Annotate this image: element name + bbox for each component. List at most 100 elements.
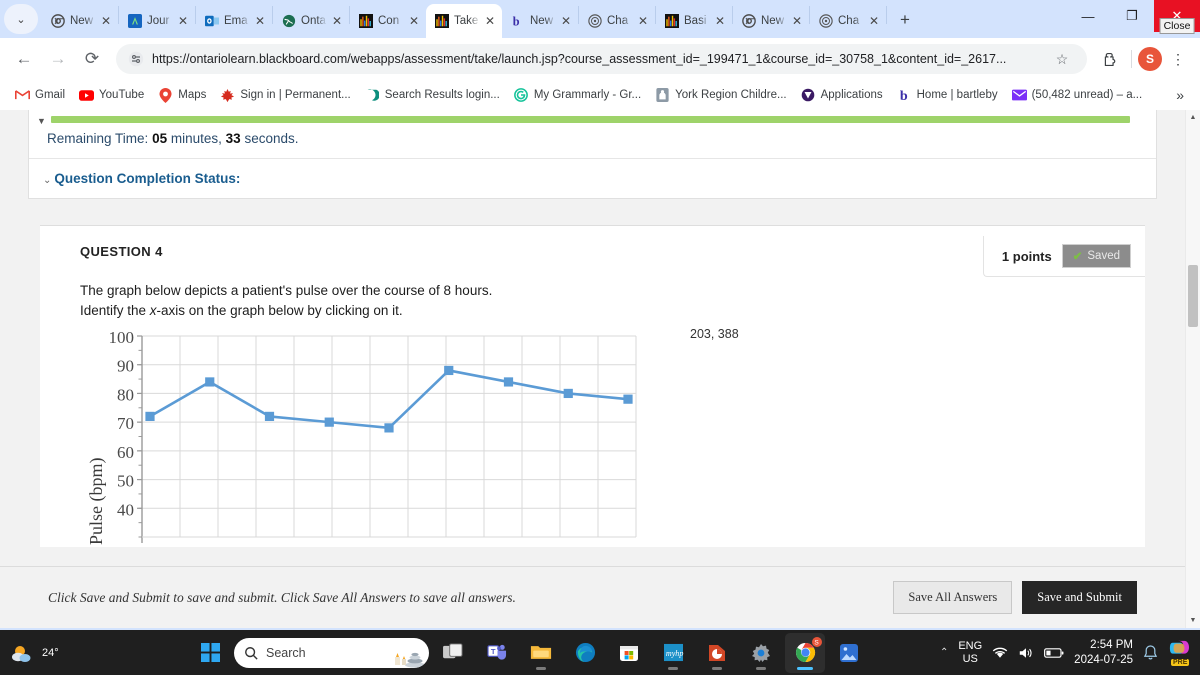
question-completion-status[interactable]: ⌄ Question Completion Status: bbox=[29, 158, 1156, 198]
forward-button[interactable]: → bbox=[42, 43, 74, 75]
bookmark-applications[interactable]: Applications bbox=[794, 85, 890, 106]
browser-tab-1[interactable]: Jour ✕ bbox=[119, 4, 195, 38]
browser-tab-10[interactable]: Cha ✕ bbox=[810, 4, 886, 38]
bookmark-search-results-login[interactable]: Search Results login... bbox=[358, 85, 507, 106]
browser-tab-0[interactable]: New ✕ bbox=[42, 4, 118, 38]
tab-search-chevron-icon[interactable]: ⌄ bbox=[4, 4, 38, 34]
extensions-icon[interactable] bbox=[1095, 44, 1125, 74]
profile-avatar[interactable]: S bbox=[1138, 47, 1162, 71]
gmail-icon bbox=[15, 88, 30, 103]
microsoft-edge-icon bbox=[575, 642, 595, 663]
copilot-icon bbox=[1169, 640, 1189, 654]
close-icon[interactable]: ✕ bbox=[561, 15, 571, 27]
taskbar-clock[interactable]: 2:54 PM 2024-07-25 bbox=[1074, 638, 1133, 668]
taskbar-app-myhp[interactable]: myhp bbox=[653, 633, 693, 673]
bookmark-york-region-children[interactable]: York Region Childre... bbox=[648, 85, 793, 106]
scroll-up-arrow-icon[interactable]: ▲ bbox=[1186, 110, 1200, 125]
bookmarks-overflow-button[interactable]: » bbox=[1168, 85, 1192, 105]
start-button[interactable] bbox=[190, 633, 230, 673]
browser-tab-8[interactable]: Basi ✕ bbox=[656, 4, 732, 38]
bookmark-sign-in-permanent[interactable]: Sign in | Permanent... bbox=[213, 85, 357, 106]
pulse-line-chart[interactable]: 100 90 80 70 60 50 40 Pulse (bpm) bbox=[80, 332, 640, 547]
language-indicator[interactable]: ENG US bbox=[958, 640, 982, 665]
browser-tab-7[interactable]: Cha ✕ bbox=[579, 4, 655, 38]
bars-icon bbox=[435, 14, 449, 28]
close-icon[interactable]: ✕ bbox=[869, 15, 879, 27]
arrow-left-icon: ← bbox=[15, 49, 33, 68]
browser-tab-2[interactable]: Ema ✕ bbox=[196, 4, 272, 38]
footer-instructions: Click Save and Submit to save and submit… bbox=[48, 589, 516, 605]
tab-title: Take bbox=[454, 15, 479, 27]
taskbar-app-microsoft-store[interactable] bbox=[609, 633, 649, 673]
close-icon[interactable]: ✕ bbox=[409, 15, 419, 27]
save-all-answers-button[interactable]: Save All Answers bbox=[893, 581, 1013, 614]
taskbar-search-box[interactable]: Search bbox=[234, 637, 429, 668]
save-and-submit-button[interactable]: Save and Submit bbox=[1022, 581, 1137, 614]
browser-tab-5-active[interactable]: Take ✕ bbox=[426, 4, 502, 38]
site-settings-icon[interactable] bbox=[128, 51, 144, 67]
minimize-button[interactable]: — bbox=[1066, 0, 1110, 32]
restore-button[interactable]: ❐ bbox=[1110, 0, 1154, 32]
taskbar-app-file-explorer[interactable] bbox=[521, 633, 561, 673]
taskbar-app-task-view[interactable] bbox=[433, 633, 473, 673]
close-icon[interactable]: ✕ bbox=[332, 15, 342, 27]
brave-icon bbox=[801, 88, 816, 103]
taskbar-weather-widget[interactable]: 24° bbox=[0, 642, 190, 664]
close-icon[interactable]: ✕ bbox=[638, 15, 648, 27]
taskbar-app-google-chrome[interactable]: S bbox=[785, 632, 825, 673]
bookmark-label: York Region Childre... bbox=[675, 89, 787, 101]
tray-overflow-icon[interactable]: ⌃ bbox=[940, 647, 948, 658]
bookmark-maps[interactable]: Maps bbox=[151, 85, 213, 106]
browser-tab-9[interactable]: New ✕ bbox=[733, 4, 809, 38]
close-icon[interactable]: ✕ bbox=[255, 15, 265, 27]
myhp-icon: myhp bbox=[663, 643, 683, 662]
chevron-down-icon: ⌄ bbox=[16, 13, 26, 26]
close-icon[interactable]: ✕ bbox=[485, 15, 495, 27]
tab-title: Cha bbox=[607, 15, 629, 27]
bookmark-yahoo-mail-unread[interactable]: (50,482 unread) – a... bbox=[1005, 85, 1150, 106]
taskbar-app-microsoft-edge[interactable] bbox=[565, 633, 605, 673]
svg-text:Pulse (bpm): Pulse (bpm) bbox=[86, 458, 107, 546]
assessment-footer: Click Save and Submit to save and submit… bbox=[0, 566, 1185, 628]
toolbar: ← → ⟳ https://ontariolearn.blackboard.co… bbox=[0, 38, 1200, 80]
svg-text:60: 60 bbox=[117, 443, 134, 462]
back-button[interactable]: ← bbox=[8, 43, 40, 75]
bookmark-grammarly[interactable]: My Grammarly - Gr... bbox=[507, 85, 648, 106]
close-icon[interactable]: ✕ bbox=[792, 15, 802, 27]
scrollbar-thumb[interactable] bbox=[1188, 265, 1198, 327]
taskbar-app-powerpoint[interactable] bbox=[697, 633, 737, 673]
close-icon[interactable]: ✕ bbox=[101, 15, 111, 27]
running-indicator bbox=[668, 666, 678, 670]
browser-tab-4[interactable]: Con ✕ bbox=[350, 4, 426, 38]
page-scrollbar[interactable]: ▲ ▼ bbox=[1185, 110, 1200, 628]
photos-icon bbox=[840, 643, 858, 662]
svg-text:90: 90 bbox=[117, 357, 134, 376]
scroll-down-arrow-icon[interactable]: ▼ bbox=[1186, 613, 1200, 628]
taskbar-app-microsoft-teams[interactable]: T bbox=[477, 633, 517, 673]
close-icon[interactable]: ✕ bbox=[715, 15, 725, 27]
copilot-button[interactable]: PRE bbox=[1168, 640, 1190, 666]
close-window-button[interactable]: ✕ Close bbox=[1154, 0, 1200, 34]
wifi-icon[interactable] bbox=[992, 646, 1008, 660]
toolbar-divider bbox=[1131, 50, 1132, 68]
bookmark-gmail[interactable]: Gmail bbox=[8, 85, 72, 106]
bookmark-star-icon[interactable]: ☆ bbox=[1049, 46, 1075, 72]
volume-icon[interactable] bbox=[1018, 646, 1034, 660]
close-icon[interactable]: ✕ bbox=[178, 15, 188, 27]
browser-tab-3[interactable]: Onta ✕ bbox=[273, 4, 349, 38]
chrome-menu-button[interactable]: ⋮ bbox=[1164, 51, 1192, 68]
url-text[interactable]: https://ontariolearn.blackboard.com/weba… bbox=[152, 52, 1041, 66]
taskbar-app-photos[interactable] bbox=[829, 633, 869, 673]
battery-icon[interactable] bbox=[1044, 647, 1064, 659]
bookmark-youtube[interactable]: YouTube bbox=[72, 85, 151, 106]
browser-tab-6[interactable]: b New ✕ bbox=[502, 4, 578, 38]
collapse-caret-icon[interactable]: ▼ bbox=[37, 116, 46, 126]
reload-icon: ⟳ bbox=[84, 49, 100, 68]
reload-button[interactable]: ⟳ bbox=[76, 43, 108, 75]
pulse-graph-area[interactable]: 203, 388 100 90 80 70 60 50 40 Pulse (bpm) bbox=[40, 327, 1145, 547]
new-tab-button[interactable]: + bbox=[891, 6, 919, 34]
taskbar-app-settings[interactable] bbox=[741, 633, 781, 673]
bookmark-home-bartleby[interactable]: b Home | bartleby bbox=[890, 85, 1005, 106]
address-bar[interactable]: https://ontariolearn.blackboard.com/weba… bbox=[116, 44, 1087, 74]
bell-icon[interactable] bbox=[1143, 644, 1158, 661]
